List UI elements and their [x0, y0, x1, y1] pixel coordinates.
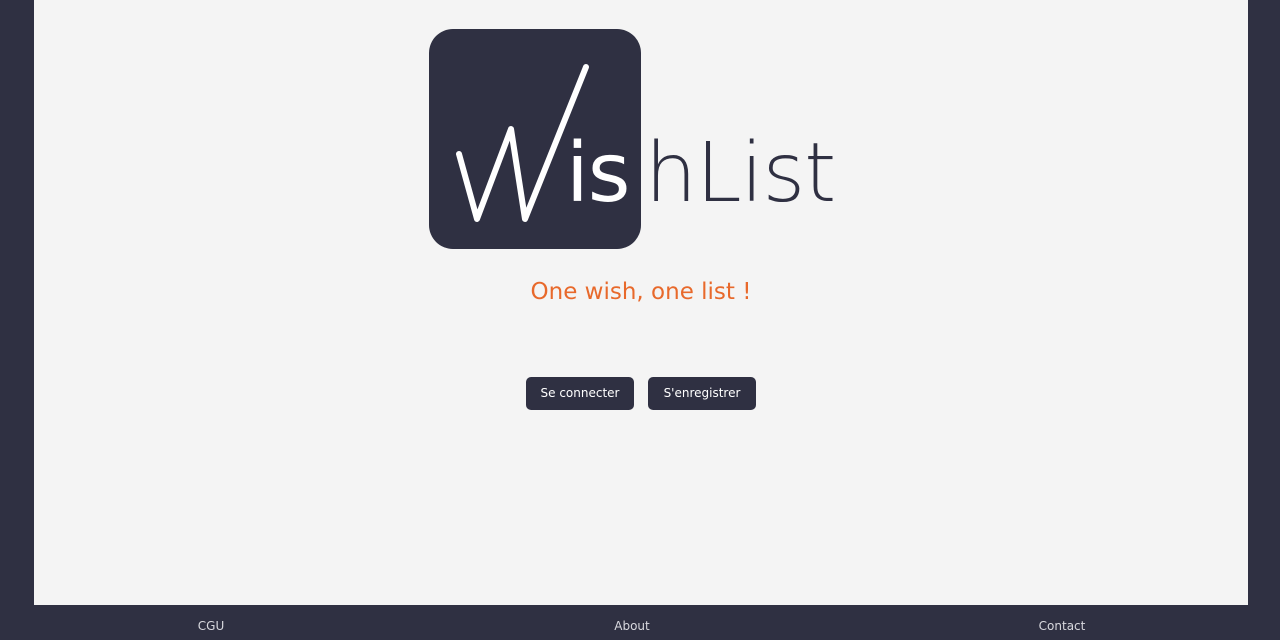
- logo-text-on-box: is: [566, 126, 631, 221]
- footer-link-contact[interactable]: Contact: [1039, 618, 1086, 634]
- login-button[interactable]: Se connecter: [526, 377, 634, 410]
- footer: CGU About Contact: [0, 605, 1280, 640]
- register-button[interactable]: S'enregistrer: [648, 377, 756, 410]
- logo-text: hList: [645, 126, 836, 221]
- wishlist-logo: is hList: [429, 29, 869, 249]
- footer-link-about[interactable]: About: [614, 618, 649, 634]
- main-page: is hList One wish, one list ! Se connect…: [34, 0, 1248, 605]
- footer-link-cgu[interactable]: CGU: [198, 618, 224, 634]
- tagline: One wish, one list !: [530, 279, 752, 305]
